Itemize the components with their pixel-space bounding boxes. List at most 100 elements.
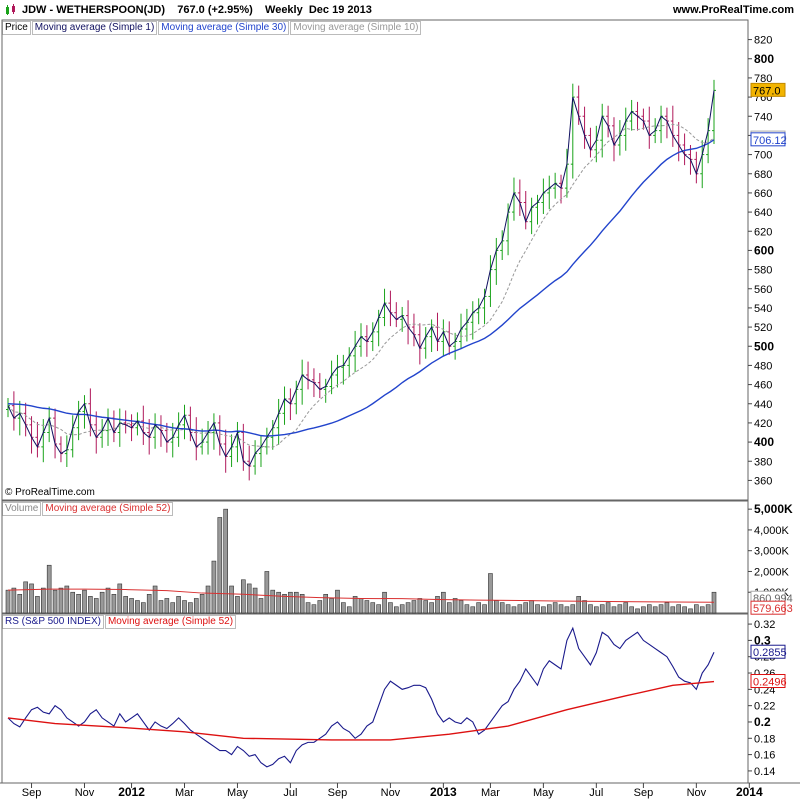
x-tick-label: Nov bbox=[687, 787, 707, 799]
volume-panel: 1,000K2,000K3,000K4,000K5,000K860,994579… bbox=[5, 502, 793, 615]
volume-bar-12 bbox=[76, 594, 81, 614]
volume-bar-115 bbox=[682, 606, 687, 614]
volume-bar-106 bbox=[629, 606, 634, 614]
volume-bar-71 bbox=[423, 600, 429, 614]
price-tick-label: 500 bbox=[754, 339, 774, 353]
volume-bar-69 bbox=[411, 600, 417, 614]
volume-bar-89 bbox=[529, 600, 534, 614]
rs-tick-label: 0.16 bbox=[754, 750, 775, 762]
volume-bar-56 bbox=[335, 589, 340, 614]
price-tick-label: 800 bbox=[754, 52, 774, 66]
volume-bar-45 bbox=[270, 589, 276, 614]
volume-bar-63 bbox=[376, 604, 381, 614]
volume-bar-43 bbox=[258, 598, 264, 614]
volume-bar-17 bbox=[105, 587, 111, 614]
volume-bar-61 bbox=[364, 600, 370, 614]
volume-bar-16 bbox=[99, 591, 105, 614]
rs-badge: 0.2855 bbox=[753, 647, 787, 659]
volume-bar-75 bbox=[446, 602, 452, 614]
volume-bar-67 bbox=[399, 604, 405, 614]
volume-bar-4 bbox=[29, 583, 34, 614]
volume-bar-77 bbox=[458, 600, 464, 614]
price-tick-label: 400 bbox=[754, 435, 774, 449]
price-tick-label: 460 bbox=[754, 380, 772, 392]
price-tick-label: 540 bbox=[754, 303, 772, 315]
volume-bar-51 bbox=[305, 602, 311, 614]
volume-bar-102 bbox=[605, 602, 611, 614]
volume-bar-79 bbox=[470, 606, 476, 614]
volume-bar-96 bbox=[570, 604, 576, 614]
volume-bar-48 bbox=[288, 591, 293, 614]
volume-bar-59 bbox=[352, 596, 358, 614]
x-tick-label: 2012 bbox=[118, 785, 145, 799]
volume-bar-73 bbox=[435, 596, 440, 614]
price-tick-label: 440 bbox=[754, 399, 772, 411]
volume-bar-76 bbox=[452, 598, 458, 614]
volume-bar-92 bbox=[546, 604, 552, 614]
volume-tick-label: 5,000K bbox=[754, 502, 793, 516]
rs-tick-label: 0.22 bbox=[754, 701, 775, 713]
volume-bar-85 bbox=[505, 604, 511, 614]
volume-bar-117 bbox=[694, 604, 699, 614]
volume-bar-97 bbox=[576, 596, 581, 614]
rs-tick-label: 0.32 bbox=[754, 619, 775, 631]
volume-bar-30 bbox=[182, 600, 187, 614]
volume-bar-33 bbox=[199, 594, 205, 614]
volume-bar-116 bbox=[688, 608, 693, 614]
volume-bar-6 bbox=[40, 587, 46, 614]
volume-bar-86 bbox=[511, 606, 517, 614]
volume-bar-107 bbox=[635, 608, 640, 614]
volume-bar-24 bbox=[146, 594, 152, 614]
volume-bar-80 bbox=[476, 602, 481, 614]
x-tick-label: Sep bbox=[328, 787, 348, 799]
volume-bar-13 bbox=[82, 589, 87, 614]
volume-bar-72 bbox=[429, 602, 434, 614]
volume-bar-34 bbox=[205, 585, 211, 614]
volume-bar-8 bbox=[52, 589, 58, 614]
price-tick-label: 480 bbox=[754, 360, 772, 372]
x-tick-label: Nov bbox=[75, 787, 95, 799]
volume-bar-88 bbox=[523, 602, 529, 614]
volume-bar-36 bbox=[217, 517, 223, 614]
last-close-badge: 767.0 bbox=[753, 85, 781, 97]
price-tick-label: 820 bbox=[754, 35, 772, 47]
volume-bar-44 bbox=[264, 571, 270, 614]
volume-bar-57 bbox=[341, 602, 346, 614]
volume-bar-90 bbox=[535, 604, 540, 614]
price-panel: 360 380 400 420 440 460 480 500 520 540 560 580 600 6… bbox=[6, 35, 787, 487]
x-tick-label: Jul bbox=[283, 787, 297, 799]
volume-bar-29 bbox=[176, 596, 181, 614]
price-tick-label: 520 bbox=[754, 322, 772, 334]
price-tick-label: 620 bbox=[754, 226, 772, 238]
volume-bar-41 bbox=[246, 583, 252, 614]
volume-bar-98 bbox=[582, 600, 587, 614]
volume-bar-82 bbox=[488, 573, 493, 614]
volume-bar-91 bbox=[541, 606, 546, 614]
ma10-line bbox=[7, 123, 715, 448]
panel-frame-2 bbox=[1, 613, 749, 784]
volume-bar-15 bbox=[93, 598, 99, 614]
volume-bar-0 bbox=[5, 589, 11, 614]
volume-bar-103 bbox=[611, 606, 617, 614]
volume-bar-39 bbox=[235, 596, 240, 614]
volume-bar-26 bbox=[158, 600, 164, 614]
volume-bar-66 bbox=[393, 606, 399, 614]
x-tick-label: Jul bbox=[589, 787, 603, 799]
rs-tick-label: 0.2 bbox=[754, 715, 771, 729]
volume-bar-42 bbox=[252, 587, 258, 614]
volume-bar-68 bbox=[405, 602, 411, 614]
rs-tick-label: 0.14 bbox=[754, 766, 775, 778]
volume-bar-54 bbox=[323, 594, 329, 614]
volume-bar-95 bbox=[564, 606, 570, 614]
volume-bar-5 bbox=[35, 596, 40, 614]
volume-bar-105 bbox=[623, 602, 629, 614]
price-tick-label: 560 bbox=[754, 284, 772, 296]
volume-bar-49 bbox=[293, 591, 299, 614]
x-tick-label: Nov bbox=[381, 787, 401, 799]
volume-bar-37 bbox=[223, 508, 228, 614]
volume-bar-14 bbox=[88, 596, 93, 614]
volume-bar-28 bbox=[170, 602, 176, 614]
ma1-line bbox=[7, 90, 715, 467]
volume-tick-label: 2,000K bbox=[754, 566, 790, 578]
volume-bar-114 bbox=[676, 604, 682, 614]
